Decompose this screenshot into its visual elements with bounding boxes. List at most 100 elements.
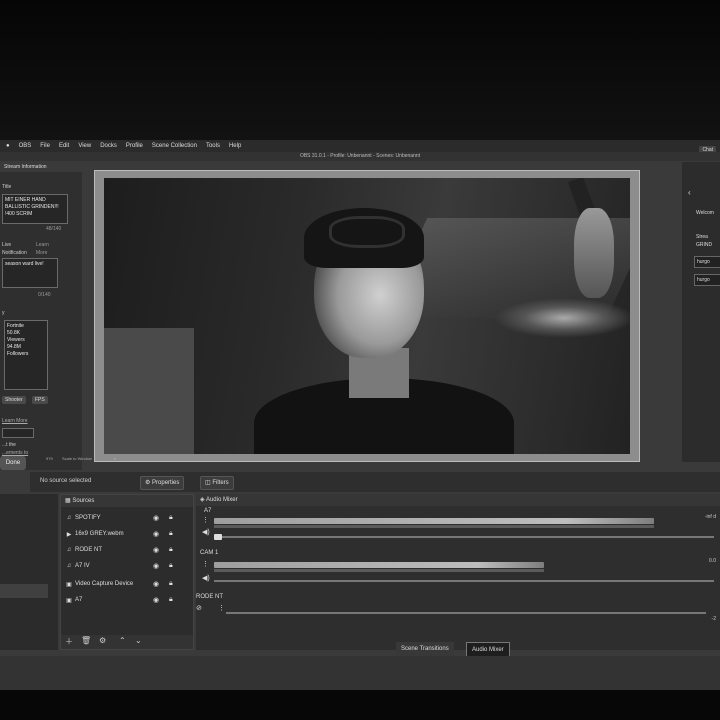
done-button[interactable]: Done — [0, 456, 26, 470]
title-input[interactable]: MIT EINER HAND BALLISTIC GRINDEN!!! !400… — [2, 194, 68, 224]
resolution-text: 979 — [46, 456, 53, 461]
kebab-menu-icon[interactable]: ⋮ — [202, 560, 209, 568]
audio-icon: ♫ — [66, 547, 72, 553]
menu-scene-collection[interactable]: Scene Collection — [152, 143, 197, 149]
learn-more-link[interactable]: Learn More — [2, 418, 28, 424]
chevron-down-icon[interactable]: ▾ — [114, 456, 116, 461]
add-source-icon[interactable]: ＋ — [65, 636, 73, 647]
kebab-menu-icon[interactable]: ⋮ — [202, 516, 209, 524]
menu-edit[interactable]: Edit — [59, 143, 69, 149]
monitor-bezel-bottom — [0, 690, 720, 720]
gear-icon[interactable]: ⚙ — [99, 636, 106, 645]
move-up-icon[interactable]: ⌃ — [119, 636, 126, 645]
remove-source-icon[interactable]: 🗑︎ — [81, 636, 91, 645]
followers-count: 94.8M — [7, 344, 21, 350]
source-name: A7 IV — [75, 563, 90, 569]
menu-tools[interactable]: Tools — [206, 143, 220, 149]
background-light — [494, 298, 630, 338]
tag-shooter[interactable]: Shooter — [2, 396, 26, 404]
source-item[interactable]: ♫ RODE NT ◉ 🔒︎ — [65, 543, 191, 557]
source-item[interactable]: ▣ Video Capture Device ◉ 🔒︎ — [65, 577, 191, 591]
lock-icon[interactable]: 🔒︎ — [169, 596, 173, 604]
preview-area[interactable] — [86, 160, 646, 462]
tags-input[interactable] — [2, 428, 34, 438]
menu-view[interactable]: View — [78, 143, 91, 149]
no-source-label: No source selected — [40, 478, 92, 484]
volume-slider-knob[interactable] — [214, 534, 222, 540]
audio-icon: ♫ — [66, 563, 72, 569]
source-name: A7 — [75, 597, 83, 603]
volume-meter-a7-peak — [214, 525, 654, 528]
tab-scene-transitions[interactable]: Scene Transitions — [396, 642, 454, 656]
channel-name-rode-nt: RODE NT — [196, 594, 223, 600]
eye-icon[interactable]: ◉ — [153, 596, 159, 604]
preview-status-row: 979 Scale to Window ▾ — [40, 456, 680, 464]
grind-text: GRIND — [696, 242, 713, 248]
title-label: Title — [2, 184, 12, 190]
menu-docks[interactable]: Docks — [100, 143, 117, 149]
source-item[interactable]: ▣ A7 ◉ 🔒︎ — [65, 593, 191, 607]
source-name: 16x9 GREY.webm — [75, 531, 124, 537]
menu-help[interactable]: Help — [229, 143, 241, 149]
dock-tabs: Scene Transitions Audio Mixer — [396, 642, 520, 658]
sources-dock: ▦ Sources ♫ SPOTIFY ◉ 🔒︎ ▶ 16x9 GREY.web… — [60, 494, 194, 650]
lock-icon[interactable]: 🔒︎ — [169, 530, 173, 538]
properties-button[interactable]: ⚙ Properties — [140, 476, 185, 490]
source-name: Video Capture Device — [75, 581, 134, 587]
menu-file[interactable]: File — [40, 143, 50, 149]
followers-label: Followers — [7, 351, 29, 357]
eye-icon[interactable]: ◉ — [153, 546, 159, 554]
title-char-count: 48/140 — [46, 226, 62, 232]
kebab-menu-icon[interactable]: ⋮ — [218, 604, 225, 612]
channel-db-a7: -inf d — [704, 514, 716, 520]
eye-icon[interactable]: ◉ — [153, 580, 159, 588]
lock-icon[interactable]: 🔒︎ — [169, 562, 173, 570]
eye-icon[interactable]: ◉ — [153, 530, 159, 538]
camera-icon: ▣ — [66, 597, 72, 604]
more-link[interactable]: More — [36, 250, 47, 256]
apple-icon[interactable]: ● — [6, 143, 10, 149]
agree-text-1: ...t the — [2, 442, 16, 448]
audio-mixer-dock: ◈ Audio Mixer A7 -inf d ⋮ ◀) CAM 1 0.0 ⋮… — [196, 494, 720, 650]
category-card[interactable]: Fortnite 50.8K Viewers 94.8M Followers — [4, 320, 48, 390]
speaker-mute-icon[interactable]: ◀) — [202, 528, 210, 536]
scenes-dock — [0, 494, 58, 650]
speaker-mute-icon[interactable]: ◀) — [202, 574, 210, 582]
source-item[interactable]: ▶ 16x9 GREY.webm ◉ 🔒︎ — [65, 527, 191, 541]
window-footer — [0, 656, 720, 692]
lock-icon[interactable]: 🔒︎ — [169, 580, 173, 588]
mute-icon[interactable]: ⊘ — [196, 604, 202, 612]
source-item[interactable]: ♫ SPOTIFY ◉ 🔒︎ — [65, 511, 191, 525]
tag-fps[interactable]: FPS — [32, 396, 48, 404]
stream-information-panel: Stream Information Title MIT EINER HAND … — [0, 162, 82, 470]
camera-icon: ▣ — [66, 581, 72, 588]
move-down-icon[interactable]: ⌄ — [135, 636, 142, 645]
volume-meter-cam1-peak — [214, 569, 544, 572]
learn-link[interactable]: Learn — [36, 242, 49, 248]
notification-input[interactable]: season ward live! — [2, 258, 58, 288]
lock-icon[interactable]: 🔒︎ — [169, 514, 173, 522]
chevron-left-icon[interactable]: ‹ — [688, 188, 691, 197]
lock-icon[interactable]: 🔒︎ — [169, 546, 173, 554]
stream-text: Strea — [696, 234, 708, 240]
monitor-bezel-top — [0, 0, 720, 140]
filters-button[interactable]: ◫ Filters — [200, 476, 234, 490]
scale-dropdown[interactable]: Scale to Window — [62, 456, 92, 461]
volume-slider-a7[interactable] — [214, 536, 714, 538]
volume-slider-cam1[interactable] — [214, 580, 714, 582]
sources-title-text: Sources — [72, 498, 95, 504]
audio-icon: ♫ — [66, 515, 72, 521]
game-name: Fortnite — [7, 323, 24, 329]
source-name: RODE NT — [75, 547, 102, 553]
volume-slider-rode-nt[interactable] — [226, 612, 706, 614]
menu-profile[interactable]: Profile — [126, 143, 143, 149]
channel-name-a7: A7 — [204, 508, 212, 514]
menu-obs[interactable]: OBS — [19, 143, 32, 149]
scene-item-selected[interactable] — [0, 584, 48, 598]
eye-icon[interactable]: ◉ — [153, 514, 159, 522]
beanie-pattern — [329, 216, 405, 248]
filters-label: Filters — [212, 480, 229, 486]
category-label: y — [2, 310, 5, 316]
eye-icon[interactable]: ◉ — [153, 562, 159, 570]
source-item[interactable]: ♫ A7 IV ◉ 🔒︎ — [65, 559, 191, 573]
